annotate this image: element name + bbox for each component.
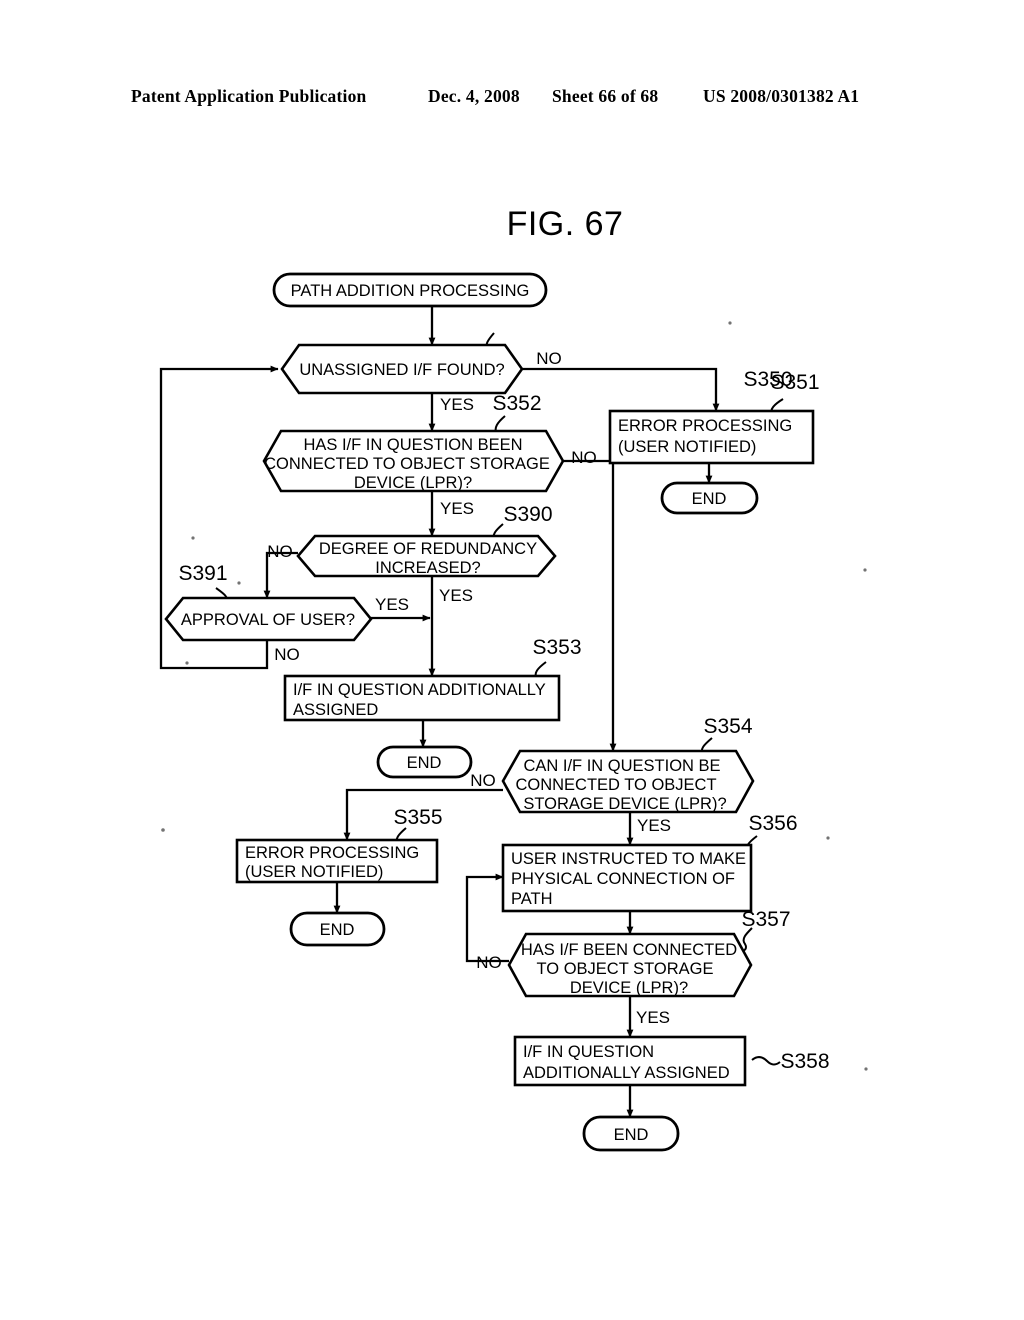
start-terminal-label: PATH ADDITION PROCESSING xyxy=(291,282,530,300)
node-s358-line2: ADDITIONALLY ASSIGNED xyxy=(523,1064,730,1082)
flowchart-diagram: PATH ADDITION PROCESSING UNASSIGNED I/F … xyxy=(159,272,868,1152)
step-label-s391: S391 xyxy=(178,562,227,585)
node-s354: CAN I/F IN QUESTION BE CONNECTED TO OBJE… xyxy=(470,715,755,835)
node-s356-line2: PHYSICAL CONNECTION OF xyxy=(511,870,735,888)
node-s352-line3: DEVICE (LPR)? xyxy=(354,474,472,492)
branch-s350-no: NO xyxy=(536,349,562,368)
branch-s354-no: NO xyxy=(470,771,496,790)
branch-s352-no: NO xyxy=(571,448,597,467)
node-s358-line1: I/F IN QUESTION xyxy=(523,1043,654,1061)
node-s352: HAS I/F IN QUESTION BEEN CONNECTED TO OB… xyxy=(262,392,597,518)
node-s353-line1: I/F IN QUESTION ADDITIONALLY xyxy=(293,681,546,699)
end-terminal-s355: END xyxy=(289,911,386,947)
branch-s390-yes: YES xyxy=(439,586,473,605)
node-s357-line1: HAS I/F BEEN CONNECTED xyxy=(521,941,737,959)
step-label-s355: S355 xyxy=(393,806,442,829)
branch-s390-no: NO xyxy=(267,542,293,561)
node-s356-line1: USER INSTRUCTED TO MAKE xyxy=(511,850,746,868)
node-s391-label: APPROVAL OF USER? xyxy=(181,611,355,629)
node-s352-line1: HAS I/F IN QUESTION BEEN xyxy=(303,436,522,454)
patent-drawing-page: Patent Application Publication Dec. 4, 2… xyxy=(0,0,1024,1320)
start-terminal: PATH ADDITION PROCESSING xyxy=(272,272,548,308)
step-label-s390: S390 xyxy=(503,503,552,526)
branch-s357-no: NO xyxy=(476,953,502,972)
end-terminal-s353-label: END xyxy=(407,754,442,772)
end-terminal-s355-label: END xyxy=(320,921,355,939)
node-s358: I/F IN QUESTION ADDITIONALLY ASSIGNED S3… xyxy=(513,1035,830,1087)
scan-speck xyxy=(185,661,189,665)
scan-speck xyxy=(191,536,195,540)
end-terminal-s358: END xyxy=(582,1115,680,1152)
branch-s357-yes: YES xyxy=(636,1008,670,1027)
leader-s358 xyxy=(751,1056,781,1066)
step-label-s358: S358 xyxy=(780,1050,829,1073)
branch-s354-yes: YES xyxy=(637,816,671,835)
node-s390: DEGREE OF REDUNDANCY INCREASED? S390 NO … xyxy=(267,503,557,605)
connector-s352-no-to-s354 xyxy=(563,459,617,752)
node-s354-line3: STORAGE DEVICE (LPR)? xyxy=(523,795,726,813)
step-label-s357: S357 xyxy=(741,908,790,931)
node-s352-line2: CONNECTED TO OBJECT STORAGE xyxy=(264,455,550,473)
scan-speck xyxy=(728,321,732,325)
node-s351-line2: (USER NOTIFIED) xyxy=(618,438,756,456)
node-s357-line2: TO OBJECT STORAGE xyxy=(537,960,714,978)
end-terminal-s358-label: END xyxy=(614,1126,649,1144)
node-s355-line2: (USER NOTIFIED) xyxy=(245,863,383,881)
node-s356-line3: PATH xyxy=(511,890,553,908)
scan-speck xyxy=(863,568,867,572)
node-s355-line1: ERROR PROCESSING xyxy=(245,844,419,862)
branch-s391-no: NO xyxy=(274,645,300,664)
node-s354-line2: CONNECTED TO OBJECT xyxy=(515,776,716,794)
node-s351: ERROR PROCESSING (USER NOTIFIED) S351 xyxy=(608,371,820,465)
end-terminal-s351-label: END xyxy=(692,490,727,508)
branch-s350-yes: YES xyxy=(440,395,474,414)
scan-speck xyxy=(864,1067,868,1071)
scan-speck xyxy=(161,828,165,832)
step-label-s351: S351 xyxy=(770,371,819,394)
node-s350-label: UNASSIGNED I/F FOUND? xyxy=(299,361,504,379)
scan-speck xyxy=(826,836,830,840)
step-label-s356: S356 xyxy=(748,812,797,835)
node-s390-line1: DEGREE OF REDUNDANCY xyxy=(319,540,537,558)
node-s355: ERROR PROCESSING (USER NOTIFIED) S355 xyxy=(235,806,443,884)
step-label-s353: S353 xyxy=(532,636,581,659)
node-s357: HAS I/F BEEN CONNECTED TO OBJECT STORAGE… xyxy=(476,908,790,1027)
connector-s350-no-to-s351 xyxy=(522,367,720,412)
step-label-s354: S354 xyxy=(703,715,752,738)
branch-s352-yes: YES xyxy=(440,499,474,518)
scan-speck xyxy=(237,581,241,585)
branch-s391-yes: YES xyxy=(375,595,409,614)
node-s351-line1: ERROR PROCESSING xyxy=(618,417,792,435)
node-s390-line2: INCREASED? xyxy=(375,559,480,577)
step-label-s352: S352 xyxy=(492,392,541,415)
end-terminal-s351: END xyxy=(660,481,759,515)
node-s357-line3: DEVICE (LPR)? xyxy=(570,979,688,997)
node-s353: I/F IN QUESTION ADDITIONALLY ASSIGNED S3… xyxy=(283,636,582,722)
end-terminal-s353: END xyxy=(376,745,473,779)
node-s353-line2: ASSIGNED xyxy=(293,701,378,719)
node-s354-line1: CAN I/F IN QUESTION BE xyxy=(523,757,720,775)
